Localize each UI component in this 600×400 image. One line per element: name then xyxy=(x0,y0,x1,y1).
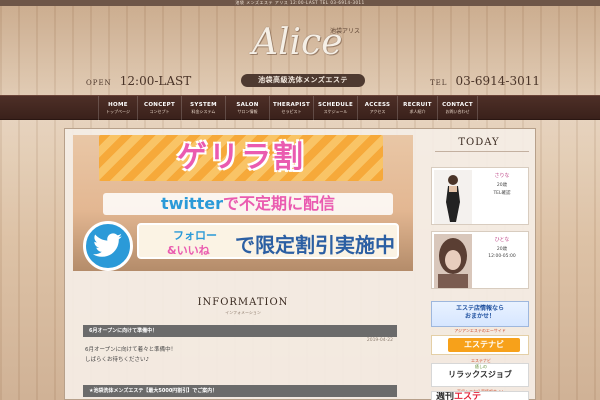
ad-text: エステナビ xyxy=(448,338,520,352)
tel-number[interactable]: 03-6914-3011 xyxy=(456,74,540,88)
main-content: ゲリラ割 twitterで不定期に配信 フォロー &いいね で限定割引実施中 I… xyxy=(64,128,536,400)
nav-sublabel: トップページ xyxy=(106,109,130,114)
info-post-line: しばらくお待ちください♪ xyxy=(85,357,150,363)
ad-text-a: 週刊 xyxy=(436,392,455,400)
main-nav: HOME トップページ CONCEPT コンセプト SYSTEM 料金システム SAL… xyxy=(0,95,600,121)
banner-twitter-rest: で不定期に配信 xyxy=(222,194,335,213)
twitter-bird-icon xyxy=(83,221,133,271)
therapist-card[interactable]: さりな 20歳 TEL確認 xyxy=(431,167,529,225)
ad-weekly-esthe[interactable]: 週刊エステ xyxy=(431,391,529,400)
ad-esthe-info[interactable]: エステ店情報なら おまかせ！ xyxy=(431,301,529,327)
info-post-body: 6月オープンに向けて着々と準備中！ しばらくお待ちください♪ xyxy=(83,345,397,365)
nav-sublabel: サロン情報 xyxy=(237,109,258,114)
banner-sale-text: で限定割引実施中 xyxy=(235,233,395,257)
information-title: INFORMATION xyxy=(197,297,289,308)
information-subtitle: インフォメーション xyxy=(225,310,261,315)
ad-text: リラックスジョブ xyxy=(448,370,512,379)
nav-sublabel: お問い合わせ xyxy=(445,109,470,114)
ad-esthe-navi[interactable]: エステナビ エステナビ xyxy=(431,335,529,363)
nav-item-recruit[interactable]: RECRUIT 求人紹介 xyxy=(398,96,438,121)
nav-label: SYSTEM xyxy=(190,102,217,108)
banner-twitter-line: twitterで不定期に配信 xyxy=(103,193,393,215)
therapist-age: 20歳 xyxy=(496,247,508,252)
nav-sublabel: アクセス xyxy=(369,109,386,114)
therapist-time: TEL確認 xyxy=(493,191,511,196)
therapist-photo[interactable] xyxy=(434,234,472,288)
ad-caption: アジアンエステのエーサイド xyxy=(454,328,506,333)
today-title: TODAY xyxy=(458,137,500,148)
nav-label: HOME xyxy=(108,102,128,108)
telephone[interactable]: TEL 03-6914-3011 xyxy=(430,70,540,89)
nav-sublabel: 料金システム xyxy=(191,109,216,114)
therapist-photo[interactable] xyxy=(434,170,472,224)
nav-item-home[interactable]: HOME トップページ xyxy=(98,96,138,121)
nav-item-concept[interactable]: CONCEPT コンセプト xyxy=(138,96,182,121)
nav-label: CONCEPT xyxy=(144,102,175,108)
banner-iine: &いいね xyxy=(167,244,210,257)
info-post-heading[interactable]: 6月オープンに向けて準備中！ xyxy=(83,325,397,337)
banner-headline: ゲリラ割 xyxy=(177,140,305,175)
nav-sublabel: スケジュール xyxy=(323,109,348,114)
nav-label: RECRUIT xyxy=(403,102,432,108)
nav-label: ACCESS xyxy=(364,102,391,108)
nav-item-system[interactable]: SYSTEM 料金システム xyxy=(182,96,226,121)
logo-small-text: 池袋アリス xyxy=(329,28,360,35)
therapist-card[interactable]: ひとな 20歳 12:00-05:00 xyxy=(431,231,529,289)
open-label: OPEN xyxy=(86,79,112,87)
ad-text: おまかせ！ xyxy=(464,313,495,320)
opening-hours: OPEN 12:00-LAST xyxy=(86,70,191,89)
nav-item-schedule[interactable]: SCHEDULE スケジュール xyxy=(314,96,358,121)
ad-text: 週刊エステ xyxy=(432,392,528,400)
tel-label: TEL xyxy=(430,79,448,87)
banner-twitter-word: twitter xyxy=(161,194,223,213)
nav-item-salon[interactable]: SALON サロン情報 xyxy=(226,96,270,121)
logo-script: Alice xyxy=(252,22,343,63)
therapist-meta: さりな 20歳 TEL確認 xyxy=(476,172,528,196)
therapist-age: 20歳 xyxy=(496,183,508,188)
info-post[interactable]: 6月オープンに向けて準備中！ 2019-04-22 6月オープンに向けて着々と準… xyxy=(83,325,397,365)
ad-small-text: 癒しの xyxy=(475,364,487,369)
info-post[interactable]: ★池袋洗体メンズエステ【最大5000円割引】でご案内！ xyxy=(83,385,397,397)
info-post-line: 6月オープンに向けて着々と準備中！ xyxy=(85,347,177,353)
nav-sublabel: 求人紹介 xyxy=(409,109,426,114)
today-divider xyxy=(435,151,529,152)
nav-label: CONTACT xyxy=(442,102,473,108)
header-subtitle: 池袋高級洗体メンズエステ xyxy=(241,74,365,87)
banner-follow: フォロー xyxy=(173,229,217,242)
ad-text-b: エステ xyxy=(454,392,482,400)
guerrilla-sale-banner[interactable]: ゲリラ割 twitterで不定期に配信 フォロー &いいね で限定割引実施中 xyxy=(73,135,413,271)
info-post-heading[interactable]: ★池袋洗体メンズエステ【最大5000円割引】でご案内！ xyxy=(83,385,397,397)
therapist-name[interactable]: さりな xyxy=(476,172,528,179)
banner-follow-box: フォロー &いいね で限定割引実施中 xyxy=(137,223,399,259)
nav-sublabel: セラピスト xyxy=(281,109,302,114)
nav-item-therapist[interactable]: THERAPIST セラピスト xyxy=(270,96,314,121)
info-post-date: 2019-04-22 xyxy=(366,338,393,343)
therapist-name[interactable]: ひとな xyxy=(476,236,528,243)
nav-label: THERAPIST xyxy=(272,102,311,108)
nav-label: SALON xyxy=(236,102,259,108)
open-time: 12:00-LAST xyxy=(119,74,192,88)
therapist-meta: ひとな 20歳 12:00-05:00 xyxy=(476,236,528,259)
site-logo[interactable]: Alice 池袋アリス xyxy=(246,18,366,76)
sidebar: TODAY さりな 20歳 TEL確認 ひとな 20歳 12:00-05:00 … xyxy=(421,129,537,400)
nav-sublabel: コンセプト xyxy=(149,109,170,114)
nav-item-access[interactable]: ACCESS アクセス xyxy=(358,96,398,121)
ad-relax-job[interactable]: 癒しの リラックスジョブ 高収入のお仕事情報サイト xyxy=(431,363,529,394)
nav-label: SCHEDULE xyxy=(317,102,354,108)
therapist-time: 12:00-05:00 xyxy=(488,254,516,259)
site-header: Alice 池袋アリス 池袋高級洗体メンズエステ OPEN 12:00-LAST… xyxy=(0,6,600,94)
nav-item-contact[interactable]: CONTACT お問い合わせ xyxy=(438,96,478,121)
